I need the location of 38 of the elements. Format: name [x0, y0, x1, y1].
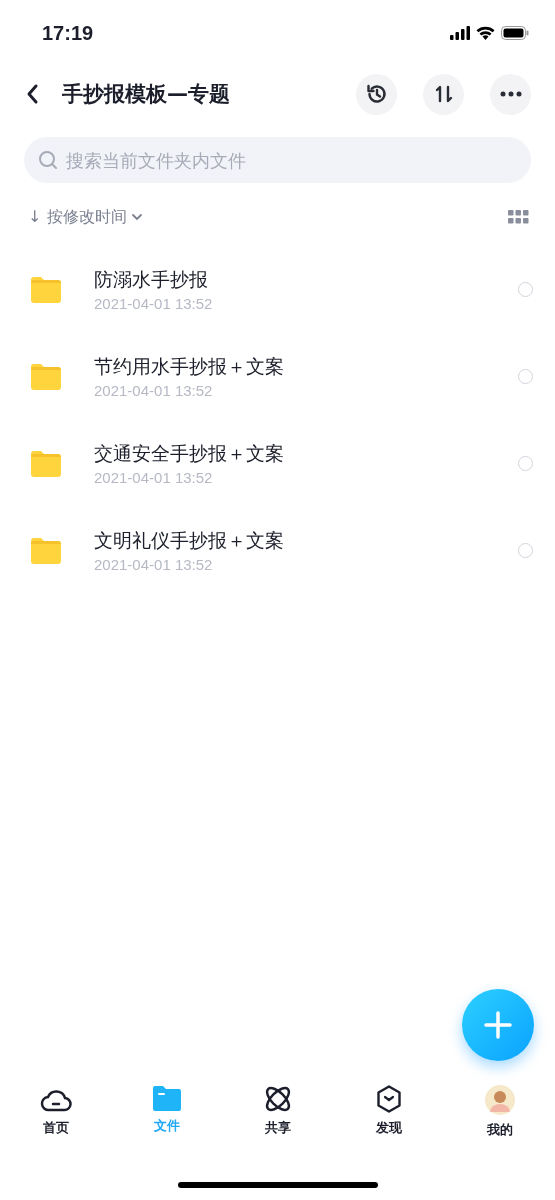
more-icon	[499, 91, 522, 97]
folder-icon	[31, 537, 61, 564]
wifi-icon	[476, 26, 495, 40]
file-name[interactable]: 交通安全手抄报＋文案	[94, 441, 518, 467]
sort-dropdown[interactable]: ↓ 按修改时间	[28, 206, 143, 228]
file-date: 2021-04-01 13:52	[94, 295, 214, 312]
file-date: 2021-04-01 13:52	[94, 382, 214, 399]
history-button[interactable]	[356, 73, 397, 115]
status-time: 17:19	[42, 21, 94, 45]
sort-button[interactable]	[423, 73, 464, 115]
box-icon	[375, 1085, 402, 1113]
folder-icon	[31, 450, 61, 477]
battery-icon	[501, 26, 529, 40]
folder-icon	[31, 363, 61, 390]
folder-title: 手抄报模板—专题	[62, 81, 231, 108]
tab-item[interactable]: 我的	[444, 1085, 555, 1155]
tab-item[interactable]: 发现	[333, 1085, 444, 1155]
file-name[interactable]: 节约用水手抄报＋文案	[94, 354, 518, 380]
search-icon	[38, 150, 58, 170]
add-button[interactable]	[462, 989, 534, 1061]
file-name[interactable]: 防溺水手抄报	[94, 267, 518, 293]
search-field[interactable]: 搜索当前文件夹内文件	[24, 137, 531, 183]
avatar-icon	[484, 1085, 515, 1115]
grid-view-icon[interactable]	[508, 210, 529, 224]
file-date: 2021-04-01 13:52	[94, 556, 214, 573]
tab-item[interactable]: 共享	[222, 1085, 333, 1155]
caret-icon	[130, 213, 143, 221]
more-button[interactable]	[490, 73, 531, 115]
sort-arrows-icon	[433, 84, 454, 104]
history-icon	[365, 83, 388, 105]
folder-icon	[31, 276, 61, 303]
tab-item[interactable]: 首页	[0, 1085, 111, 1155]
signal-icon	[450, 26, 470, 40]
file-date: 2021-04-01 13:52	[94, 469, 214, 486]
folder-icon	[152, 1085, 181, 1111]
orbit-icon	[263, 1085, 292, 1113]
plus-icon	[483, 1010, 513, 1040]
file-name[interactable]: 文明礼仪手抄报＋文案	[94, 528, 518, 554]
